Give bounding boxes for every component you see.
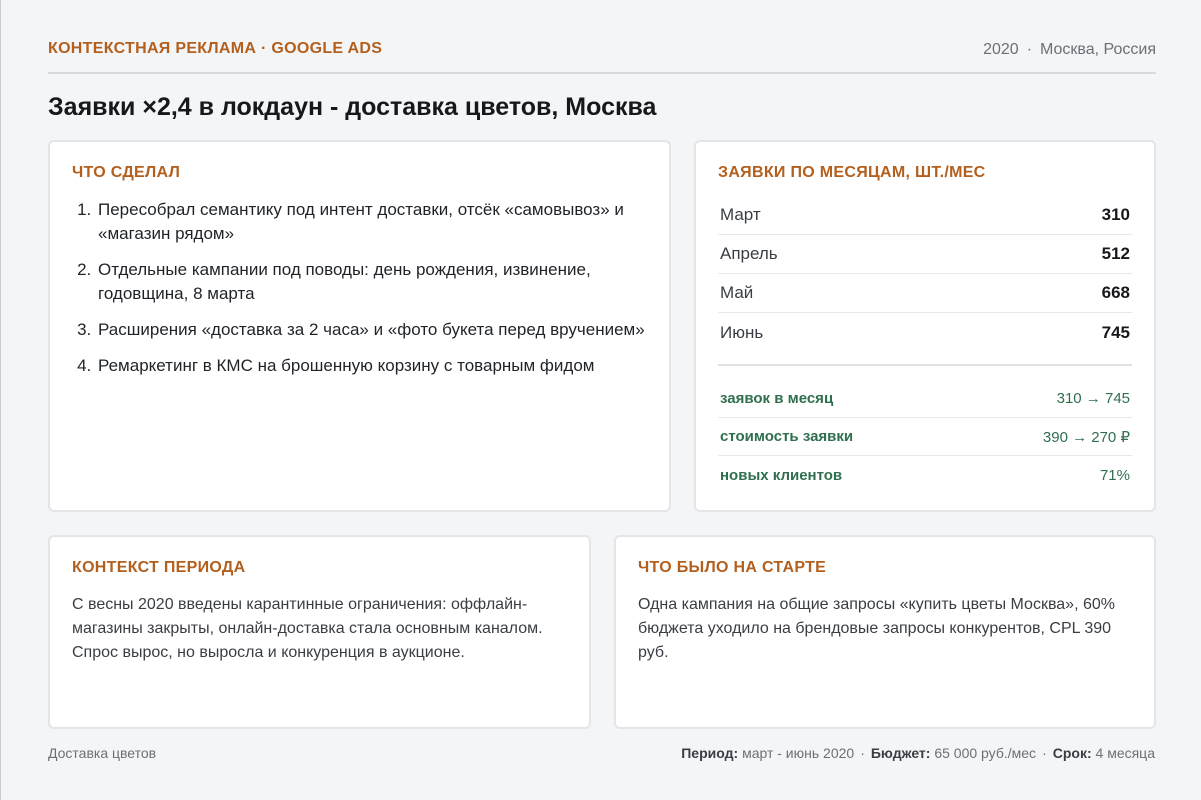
month-value: 310 <box>1101 205 1130 224</box>
kpi-label: заявок в месяц <box>720 390 834 407</box>
page-title: Заявки ×2,4 в локдаун - доставка цветов,… <box>48 93 657 121</box>
kpi-value: 390 → 270 ₽ <box>1042 428 1130 446</box>
budget-label: Бюджет: <box>870 745 931 761</box>
steps-list: Пересобрал семантику под интент доставки… <box>72 198 647 378</box>
month-name: Май <box>720 283 754 302</box>
footer-details: Период: март - июнь 2020 · Бюджет: 65 000 … <box>681 745 1155 761</box>
what-done-title: ЧТО СДЕЛАЛ <box>72 164 181 181</box>
table-row: Июнь 745 <box>718 313 1132 352</box>
monthly-table: Март 310 Апрель 512 Май 668 Июнь 745 <box>718 196 1132 352</box>
category-label: КОНТЕКСТНАЯ РЕКЛАМА · GOOGLE ADS <box>48 40 383 57</box>
kpi-label: новых клиентов <box>720 466 843 484</box>
kpi-row: стоимость заявки 390 → 270 ₽ <box>718 418 1132 456</box>
footer-client: Доставка цветов <box>48 745 157 761</box>
table-row: Май 668 <box>718 274 1132 313</box>
kpi-label: стоимость заявки <box>720 428 854 445</box>
period-context-text: С весны 2020 введены карантинные огранич… <box>72 596 543 661</box>
month-value: 512 <box>1101 244 1130 263</box>
kpi-value: 310 → 745 <box>1056 390 1130 407</box>
case-page: КОНТЕКСТНАЯ РЕКЛАМА · GOOGLE ADS 2020 · Мо… <box>0 0 1201 800</box>
divider <box>718 364 1132 366</box>
period-context-title: КОНТЕКСТ ПЕРИОДА <box>72 559 246 576</box>
starting-point-text: Одна кампания на общие запросы «купить ц… <box>638 596 1115 661</box>
footer-separator: · <box>860 745 865 761</box>
what-done-card: ЧТО СДЕЛАЛ Пересобрал семантику под инте… <box>48 140 671 512</box>
term-value: 4 месяца <box>1095 745 1155 761</box>
month-name: Март <box>720 205 761 224</box>
kpi-value: 71% <box>1099 466 1130 484</box>
step-item: Расширения «доставка за 2 часа» и «фото … <box>96 318 647 342</box>
step-item: Ремаркетинг в КМС на брошенную корзину с… <box>96 354 647 378</box>
period-context-card: КОНТЕКСТ ПЕРИОДА С весны 2020 введены ка… <box>48 535 591 729</box>
year-label: 2020 <box>983 41 1019 58</box>
table-row: Апрель 512 <box>718 235 1132 274</box>
month-value: 745 <box>1101 322 1130 342</box>
page-header: КОНТЕКСТНАЯ РЕКЛАМА · GOOGLE ADS 2020 · Мо… <box>48 38 1156 74</box>
starting-point-title: ЧТО БЫЛО НА СТАРТЕ <box>638 559 827 576</box>
month-name: Июнь <box>720 322 764 342</box>
kpi-row: новых клиентов 71% <box>718 456 1132 494</box>
step-item: Пересобрал семантику под интент доставки… <box>96 198 647 246</box>
term-label: Срок: <box>1052 745 1092 761</box>
month-name: Апрель <box>720 244 778 263</box>
step-item: Отдельные кампании под поводы: день рожд… <box>96 258 647 306</box>
monthly-leads-title: ЗАЯВКИ ПО МЕСЯЦАМ, ШТ./МЕС <box>718 164 986 181</box>
starting-point-card: ЧТО БЫЛО НА СТАРТЕ Одна кампания на общи… <box>614 535 1156 729</box>
header-meta: 2020 · Москва, Россия <box>983 41 1156 59</box>
kpi-row: заявок в месяц 310 → 745 <box>718 380 1132 418</box>
table-row: Март 310 <box>718 196 1132 235</box>
location-label: Москва, Россия <box>1040 41 1156 58</box>
period-value: март - июнь 2020 <box>742 745 855 761</box>
period-label: Период: <box>681 745 739 761</box>
month-value: 668 <box>1101 283 1130 302</box>
kpi-list: заявок в месяц 310 → 745 стоимость заявк… <box>718 380 1132 494</box>
budget-value: 65 000 руб./мес <box>934 745 1037 761</box>
footer-separator: · <box>1042 745 1047 761</box>
meta-separator: · <box>1026 41 1033 58</box>
monthly-leads-card: ЗАЯВКИ ПО МЕСЯЦАМ, ШТ./МЕС Март 310 Апре… <box>694 140 1156 512</box>
